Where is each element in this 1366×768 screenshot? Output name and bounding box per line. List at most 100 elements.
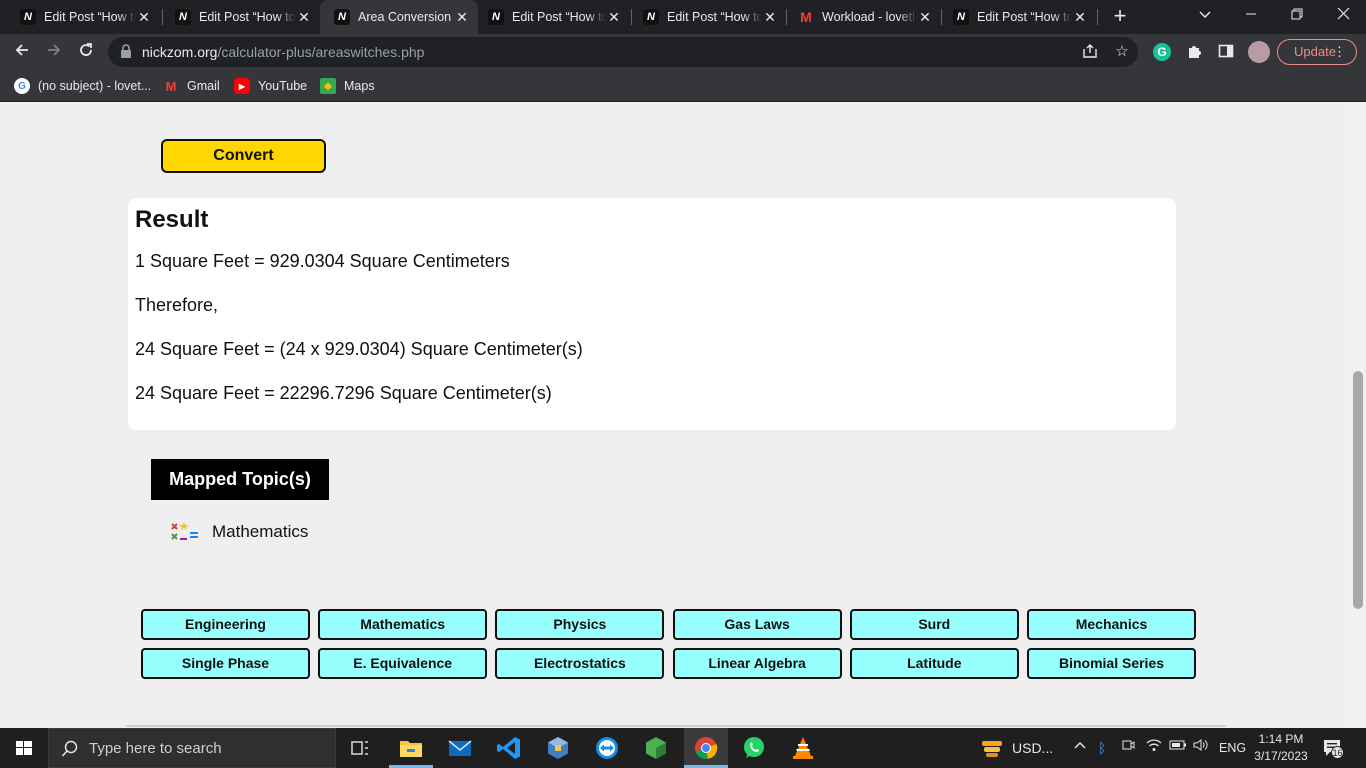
category-chip[interactable]: Linear Algebra [672,648,842,679]
bookmark-item[interactable]: G (no subject) - lovet... [14,76,151,96]
bookmark-item[interactable]: ◆ Maps [320,76,375,96]
url-text[interactable]: nickzom.org/calculator-plus/areaswitches… [142,44,424,60]
bluetooth-icon[interactable]: ᛒ [1098,728,1106,768]
category-chip[interactable]: Mathematics [318,609,488,640]
search-icon [61,740,78,757]
result-line: 24 Square Feet = 22296.7296 Square Centi… [135,383,552,403]
new-tab-plus-icon[interactable]: + [1108,4,1132,28]
address-bar[interactable]: nickzom.org/calculator-plus/areaswitches… [108,37,1138,67]
weather-label[interactable]: USD... [1012,728,1053,768]
nickzom-icon: N [334,9,350,25]
file-explorer-icon[interactable] [397,734,425,762]
cube-app-icon[interactable] [642,734,670,762]
close-icon[interactable]: ✕ [296,9,312,26]
browser-toolbar: nickzom.org/calculator-plus/areaswitches… [0,34,1366,70]
search-placeholder: Type here to search [89,740,222,757]
browser-tab[interactable]: N Edit Post “How to ✕ [933,0,1096,34]
whatsapp-icon[interactable] [740,734,768,762]
category-chip[interactable]: Latitude [849,648,1019,679]
notification-badge: 16 [1331,746,1344,759]
category-chip[interactable]: Physics [495,609,665,640]
vscode-icon[interactable] [495,734,523,762]
language-indicator[interactable]: ENG [1219,728,1246,768]
nickzom-icon: N [488,9,504,25]
battery-icon[interactable] [1169,728,1187,768]
update-button[interactable]: Update ⋮ [1277,39,1357,65]
category-chip[interactable]: E. Equivalence [318,648,488,679]
browser-tab[interactable]: N Edit Post “How to ✕ [623,0,786,34]
close-icon[interactable]: ✕ [606,9,622,26]
meet-now-icon[interactable] [1121,728,1135,768]
notification-center-icon[interactable]: 16 [1322,738,1344,759]
page-scrollbar[interactable] [1350,103,1366,727]
bookmark-star-icon[interactable]: ☆ [1113,43,1131,61]
reload-icon[interactable] [72,38,100,66]
page-content: Convert Result 1 Square Feet = 929.0304 … [0,103,1350,727]
windows-taskbar: Type here to search USD... ᛒ ENG 1:14 PM… [0,728,1366,768]
browser-tab-active[interactable]: N Area Conversion ✕ [320,0,478,34]
share-icon[interactable] [1081,43,1099,61]
tray-chevron-icon[interactable] [1073,728,1087,768]
forward-arrow-icon[interactable] [40,38,68,66]
close-icon[interactable]: ✕ [917,9,933,26]
result-line: 1 Square Feet = 929.0304 Square Centimet… [135,251,510,271]
back-arrow-icon[interactable] [8,38,36,66]
category-chip[interactable]: Surd [849,609,1019,640]
gmail-icon: M [800,9,812,25]
chrome-icon[interactable] [692,734,720,762]
mail-icon[interactable] [446,734,474,762]
tab-title: Edit Post “How to [44,10,136,24]
browser-tab[interactable]: N Edit Post “How to ✕ [0,0,160,34]
restore-icon[interactable] [1274,0,1320,34]
clock-time: 1:14 PM [1258,732,1304,746]
bookmark-label: (no subject) - lovet... [38,79,152,93]
browser-tab[interactable]: N Edit Post “How to ✕ [155,0,320,34]
tab-title: Area Conversion [358,10,452,24]
close-icon[interactable]: ✕ [762,9,778,26]
extensions-puzzle-icon[interactable] [1185,43,1203,61]
bookmark-item[interactable]: ▶ YouTube [234,76,307,96]
wifi-icon[interactable] [1146,728,1162,768]
nickzom-icon: N [175,9,191,25]
profile-avatar[interactable] [1248,41,1270,63]
category-chip[interactable]: Gas Laws [672,609,842,640]
category-chip[interactable]: Single Phase [141,648,310,679]
window-close-icon[interactable] [1320,0,1366,34]
tab-title: Edit Post “How to [199,10,296,24]
windows-start-icon[interactable] [0,728,48,768]
virtualbox-icon[interactable] [544,734,572,762]
close-icon[interactable]: ✕ [1072,9,1088,26]
volume-icon[interactable] [1193,728,1209,768]
tab-title: Edit Post “How to [667,10,762,24]
task-view-icon[interactable] [346,734,374,762]
tab-search-chevron-icon[interactable] [1182,0,1228,34]
convert-button[interactable]: Convert [161,139,326,173]
grammarly-icon[interactable]: G [1153,43,1171,61]
nickzom-icon: N [20,9,36,25]
side-panel-icon[interactable] [1217,43,1235,61]
bookmark-item[interactable]: M Gmail [163,76,220,96]
category-chip[interactable]: Binomial Series [1027,648,1196,679]
system-clock[interactable]: 1:14 PM 3/17/2023 [1248,731,1314,765]
category-chip[interactable]: Electrostatics [495,648,665,679]
mapped-topics-heading: Mapped Topic(s) [151,459,329,500]
close-icon[interactable]: ✕ [136,9,152,26]
weather-widget-icon[interactable] [978,734,1006,762]
browser-tab[interactable]: N Edit Post “How to ✕ [468,0,630,34]
vlc-icon[interactable] [789,734,817,762]
browser-tab[interactable]: M Workload - lovetl ✕ [778,0,941,34]
scrollbar-thumb[interactable] [1353,371,1363,609]
category-chip[interactable]: Engineering [141,609,310,640]
update-label: Update [1294,44,1336,59]
result-line: Therefore, [135,295,219,315]
mapped-topic-link[interactable]: Mathematics [170,520,308,544]
teamviewer-icon[interactable] [593,734,621,762]
more-menu-icon[interactable]: ⋮ [1333,40,1346,64]
mapped-topic-label: Mathematics [212,522,309,541]
taskbar-search-input[interactable]: Type here to search [48,728,336,768]
tab-divider [1097,9,1098,25]
minimize-icon[interactable] [1228,0,1274,34]
tab-title: Workload - lovetl [822,10,915,24]
category-chip[interactable]: Mechanics [1027,609,1196,640]
browser-tab-strip: N Edit Post “How to ✕ N Edit Post “How t… [0,0,1366,34]
